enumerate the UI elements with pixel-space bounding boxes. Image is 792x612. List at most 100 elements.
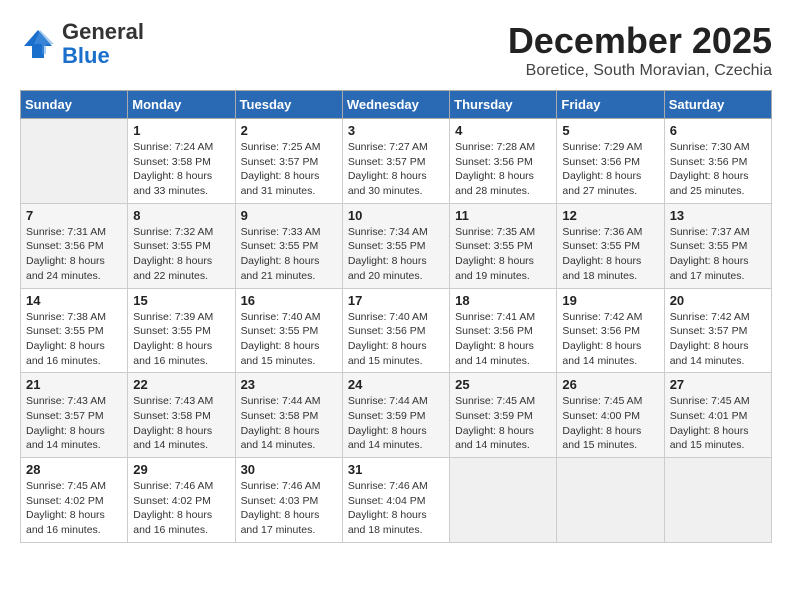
day-info: Sunrise: 7:36 AM Sunset: 3:55 PM Dayligh…: [562, 225, 658, 284]
day-info: Sunrise: 7:43 AM Sunset: 3:58 PM Dayligh…: [133, 394, 229, 453]
weekday-header-saturday: Saturday: [664, 91, 771, 119]
calendar-cell: 1Sunrise: 7:24 AM Sunset: 3:58 PM Daylig…: [128, 119, 235, 204]
calendar-cell: [450, 458, 557, 543]
calendar-cell: 5 Sunrise: 7:29 AM Sunset: 3:56 PM Daylig…: [557, 119, 664, 204]
day-number: 24: [348, 377, 444, 392]
day-number: 25: [455, 377, 551, 392]
calendar-cell: 27 Sunrise: 7:45 AM Sunset: 4:01 PM Dayli…: [664, 373, 771, 458]
logo-icon: [20, 26, 56, 62]
day-number: 29: [133, 462, 229, 477]
day-number: 11: [455, 208, 551, 223]
day-number: 12: [562, 208, 658, 223]
calendar-cell: 26 Sunrise: 7:45 AM Sunset: 4:00 PM Dayli…: [557, 373, 664, 458]
day-number: 3: [348, 123, 444, 138]
calendar-cell: 20 Sunrise: 7:42 AM Sunset: 3:57 PM Dayli…: [664, 288, 771, 373]
day-number: 28: [26, 462, 122, 477]
day-info: Sunrise: 7:45 AM Sunset: 4:01 PM Dayligh…: [670, 394, 766, 453]
calendar-cell: 30 Sunrise: 7:46 AM Sunset: 4:03 PM Dayli…: [235, 458, 342, 543]
day-info: Sunrise: 7:40 AM Sunset: 3:55 PM Dayligh…: [241, 310, 337, 369]
calendar-cell: 17 Sunrise: 7:40 AM Sunset: 3:56 PM Dayli…: [342, 288, 449, 373]
day-info: Sunrise: 7:28 AM Sunset: 3:56 PM Dayligh…: [455, 140, 551, 199]
calendar-cell: 8 Sunrise: 7:32 AM Sunset: 3:55 PM Daylig…: [128, 203, 235, 288]
week-row-2: 7 Sunrise: 7:31 AM Sunset: 3:56 PM Daylig…: [21, 203, 772, 288]
calendar-cell: 21 Sunrise: 7:43 AM Sunset: 3:57 PM Dayli…: [21, 373, 128, 458]
day-info: Sunrise: 7:25 AM Sunset: 3:57 PM Dayligh…: [241, 140, 337, 199]
day-info: Sunrise: 7:43 AM Sunset: 3:57 PM Dayligh…: [26, 394, 122, 453]
weekday-header-wednesday: Wednesday: [342, 91, 449, 119]
day-number: 15: [133, 293, 229, 308]
calendar-cell: 19 Sunrise: 7:42 AM Sunset: 3:56 PM Dayli…: [557, 288, 664, 373]
calendar-cell: 9Sunrise: 7:33 AM Sunset: 3:55 PM Daylig…: [235, 203, 342, 288]
day-info: Sunrise: 7:46 AM Sunset: 4:03 PM Dayligh…: [241, 479, 337, 538]
day-number: 8: [133, 208, 229, 223]
day-info: Sunrise: 7:37 AM Sunset: 3:55 PM Dayligh…: [670, 225, 766, 284]
calendar-cell: 14 Sunrise: 7:38 AM Sunset: 3:55 PM Dayli…: [21, 288, 128, 373]
day-info: Sunrise: 7:31 AM Sunset: 3:56 PM Dayligh…: [26, 225, 122, 284]
calendar-cell: 29 Sunrise: 7:46 AM Sunset: 4:02 PM Dayli…: [128, 458, 235, 543]
calendar-cell: 18 Sunrise: 7:41 AM Sunset: 3:56 PM Dayli…: [450, 288, 557, 373]
calendar-cell: 25 Sunrise: 7:45 AM Sunset: 3:59 PM Dayli…: [450, 373, 557, 458]
day-number: 6: [670, 123, 766, 138]
weekday-header-thursday: Thursday: [450, 91, 557, 119]
calendar-cell: 28 Sunrise: 7:45 AM Sunset: 4:02 PM Dayli…: [21, 458, 128, 543]
day-info: Sunrise: 7:40 AM Sunset: 3:56 PM Dayligh…: [348, 310, 444, 369]
day-info: Sunrise: 7:29 AM Sunset: 3:56 PM Dayligh…: [562, 140, 658, 199]
day-number: 9: [241, 208, 337, 223]
day-info: Sunrise: 7:35 AM Sunset: 3:55 PM Dayligh…: [455, 225, 551, 284]
day-number: 26: [562, 377, 658, 392]
day-info: Sunrise: 7:44 AM Sunset: 3:59 PM Dayligh…: [348, 394, 444, 453]
logo: General Blue: [20, 20, 144, 68]
day-number: 7: [26, 208, 122, 223]
calendar-cell: 6Sunrise: 7:30 AM Sunset: 3:56 PM Daylig…: [664, 119, 771, 204]
day-info: Sunrise: 7:45 AM Sunset: 4:02 PM Dayligh…: [26, 479, 122, 538]
day-number: 4: [455, 123, 551, 138]
day-info: Sunrise: 7:41 AM Sunset: 3:56 PM Dayligh…: [455, 310, 551, 369]
day-number: 16: [241, 293, 337, 308]
header: General Blue December 2025 Boretice, Sou…: [20, 20, 772, 80]
weekday-header-tuesday: Tuesday: [235, 91, 342, 119]
calendar-cell: 2Sunrise: 7:25 AM Sunset: 3:57 PM Daylig…: [235, 119, 342, 204]
weekday-header-sunday: Sunday: [21, 91, 128, 119]
calendar-cell: 3Sunrise: 7:27 AM Sunset: 3:57 PM Daylig…: [342, 119, 449, 204]
week-row-1: 1Sunrise: 7:24 AM Sunset: 3:58 PM Daylig…: [21, 119, 772, 204]
title-block: December 2025 Boretice, South Moravian, …: [508, 20, 772, 80]
day-info: Sunrise: 7:45 AM Sunset: 4:00 PM Dayligh…: [562, 394, 658, 453]
weekday-header-row: SundayMondayTuesdayWednesdayThursdayFrid…: [21, 91, 772, 119]
day-number: 21: [26, 377, 122, 392]
day-number: 18: [455, 293, 551, 308]
calendar-cell: 7 Sunrise: 7:31 AM Sunset: 3:56 PM Daylig…: [21, 203, 128, 288]
weekday-header-monday: Monday: [128, 91, 235, 119]
calendar-cell: 24 Sunrise: 7:44 AM Sunset: 3:59 PM Dayli…: [342, 373, 449, 458]
day-number: 22: [133, 377, 229, 392]
day-info: Sunrise: 7:42 AM Sunset: 3:57 PM Dayligh…: [670, 310, 766, 369]
day-number: 23: [241, 377, 337, 392]
day-info: Sunrise: 7:24 AM Sunset: 3:58 PM Dayligh…: [133, 140, 229, 199]
location: Boretice, South Moravian, Czechia: [508, 62, 772, 80]
day-number: 30: [241, 462, 337, 477]
day-number: 14: [26, 293, 122, 308]
day-info: Sunrise: 7:46 AM Sunset: 4:02 PM Dayligh…: [133, 479, 229, 538]
day-number: 27: [670, 377, 766, 392]
day-number: 10: [348, 208, 444, 223]
day-number: 5: [562, 123, 658, 138]
day-info: Sunrise: 7:38 AM Sunset: 3:55 PM Dayligh…: [26, 310, 122, 369]
weekday-header-friday: Friday: [557, 91, 664, 119]
day-number: 20: [670, 293, 766, 308]
calendar-cell: [557, 458, 664, 543]
day-number: 13: [670, 208, 766, 223]
logo-text: General Blue: [62, 20, 144, 68]
day-info: Sunrise: 7:32 AM Sunset: 3:55 PM Dayligh…: [133, 225, 229, 284]
day-info: Sunrise: 7:39 AM Sunset: 3:55 PM Dayligh…: [133, 310, 229, 369]
day-number: 19: [562, 293, 658, 308]
calendar-cell: 23 Sunrise: 7:44 AM Sunset: 3:58 PM Dayli…: [235, 373, 342, 458]
day-number: 17: [348, 293, 444, 308]
calendar-cell: 13 Sunrise: 7:37 AM Sunset: 3:55 PM Dayli…: [664, 203, 771, 288]
day-info: Sunrise: 7:44 AM Sunset: 3:58 PM Dayligh…: [241, 394, 337, 453]
day-info: Sunrise: 7:42 AM Sunset: 3:56 PM Dayligh…: [562, 310, 658, 369]
week-row-4: 21 Sunrise: 7:43 AM Sunset: 3:57 PM Dayli…: [21, 373, 772, 458]
calendar-cell: 10Sunrise: 7:34 AM Sunset: 3:55 PM Dayli…: [342, 203, 449, 288]
logo-general-text: General: [62, 19, 144, 44]
calendar-cell: 15 Sunrise: 7:39 AM Sunset: 3:55 PM Dayli…: [128, 288, 235, 373]
calendar-cell: 16 Sunrise: 7:40 AM Sunset: 3:55 PM Dayli…: [235, 288, 342, 373]
day-info: Sunrise: 7:45 AM Sunset: 3:59 PM Dayligh…: [455, 394, 551, 453]
